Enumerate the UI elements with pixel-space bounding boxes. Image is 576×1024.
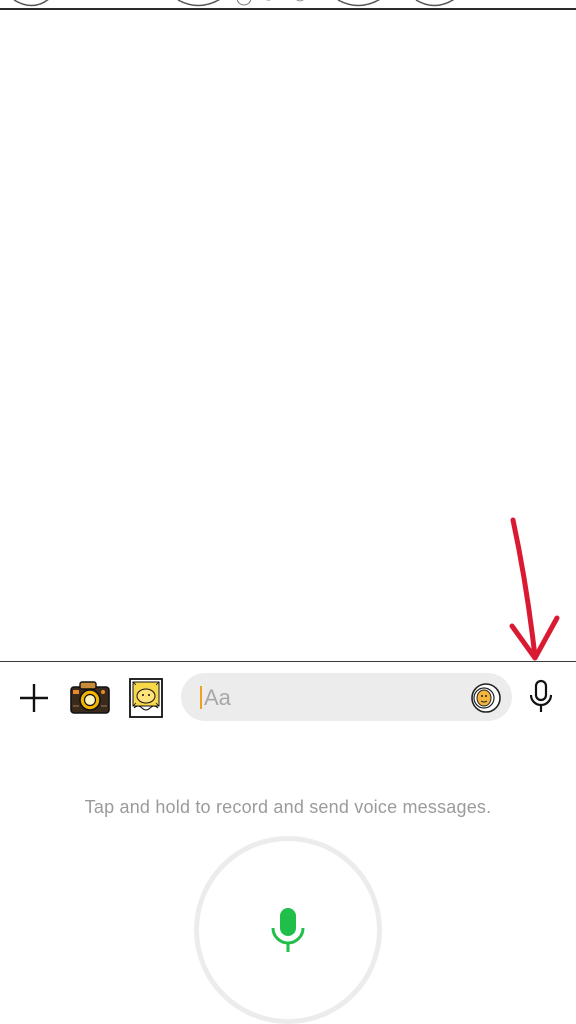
header-decoration bbox=[0, 0, 576, 10]
add-button[interactable] bbox=[14, 678, 54, 718]
message-input[interactable]: Aa bbox=[181, 673, 512, 721]
record-button[interactable] bbox=[194, 836, 382, 1024]
message-area[interactable] bbox=[0, 11, 576, 661]
voice-message-button[interactable] bbox=[522, 677, 560, 717]
voice-record-panel: Tap and hold to record and send voice me… bbox=[0, 731, 576, 1024]
voice-hint-text: Tap and hold to record and send voice me… bbox=[84, 797, 492, 817]
chat-screen: Aa Tap and hold to record and send voice… bbox=[0, 0, 576, 1024]
doodle-decoration bbox=[13, 0, 455, 7]
emoji-icon bbox=[471, 683, 501, 713]
message-input-placeholder: Aa bbox=[204, 685, 231, 710]
camera-sticker-icon bbox=[70, 681, 110, 714]
emoji-button[interactable] bbox=[470, 682, 502, 714]
microphone-icon bbox=[271, 908, 305, 952]
microphone-icon bbox=[529, 679, 553, 712]
text-cursor bbox=[200, 686, 202, 709]
camera-button[interactable] bbox=[66, 675, 114, 719]
input-toolbar: Aa bbox=[0, 661, 576, 731]
photo-button[interactable] bbox=[126, 676, 166, 720]
annotation-arrow-icon bbox=[509, 517, 560, 661]
photo-sticker-icon bbox=[129, 678, 163, 718]
plus-icon bbox=[20, 684, 48, 712]
